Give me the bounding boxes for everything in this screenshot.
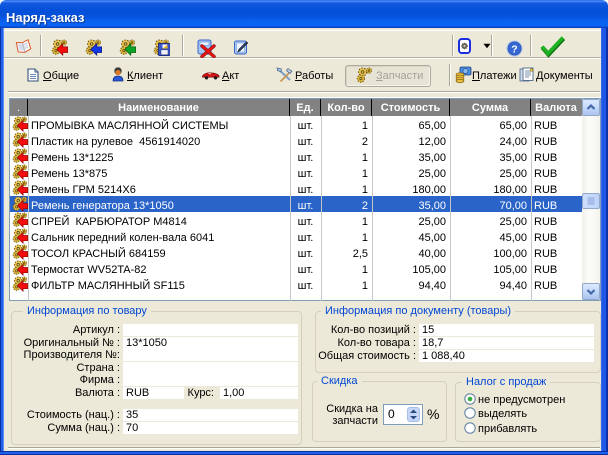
svg-text:?: ? — [511, 44, 517, 56]
